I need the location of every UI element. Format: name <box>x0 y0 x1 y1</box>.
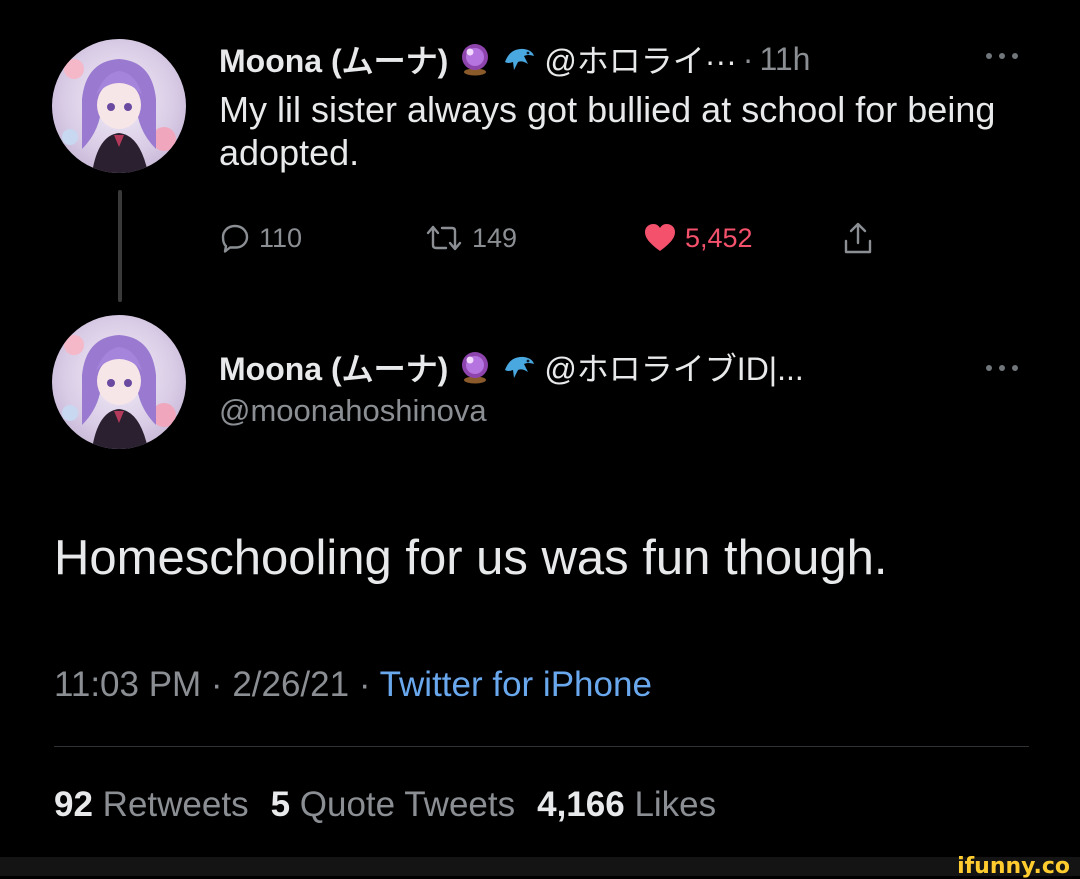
retweets-stat[interactable]: 92 Retweets <box>54 785 249 824</box>
avatar[interactable] <box>52 39 186 173</box>
tweet-stats: 92 Retweets 5 Quote Tweets 4,166 Likes <box>54 785 716 825</box>
like-button[interactable]: 5,452 <box>643 216 753 260</box>
quote-tweets-count: 5 <box>270 785 291 824</box>
divider <box>54 746 1029 747</box>
tweet-actions: 110 149 5,452 <box>219 216 919 260</box>
username-handle[interactable]: @moonahoshinova <box>219 393 487 429</box>
more-icon[interactable] <box>986 50 1018 62</box>
tweet-header: Moona (ムーナ) @ホロライ··· · 11h <box>219 36 810 82</box>
thread-connector-line <box>118 190 122 302</box>
tweet-text: Homeschooling for us was fun though. <box>54 531 888 585</box>
like-count: 5,452 <box>685 222 753 253</box>
retweet-icon <box>424 222 472 254</box>
tweet-meta: 11:03 PM · 2/26/21 · Twitter for iPhone <box>54 665 652 705</box>
tweet-timestamp[interactable]: 11:03 PM · 2/26/21 · <box>54 665 380 704</box>
heart-icon <box>643 222 685 254</box>
watermark-bar: ifunny.co <box>0 854 1080 879</box>
reply-icon <box>219 222 259 254</box>
display-name[interactable]: Moona (ムーナ) <box>219 36 448 82</box>
avatar[interactable] <box>52 315 186 449</box>
tweet-source-link[interactable]: Twitter for iPhone <box>380 665 652 704</box>
likes-label: Likes <box>634 785 717 824</box>
tweet-text: My lil sister always got bullied at scho… <box>219 89 996 173</box>
tweet-header: Moona (ムーナ) @ホロライブID|... <box>219 344 804 390</box>
quote-tweets-label: Quote Tweets <box>299 785 516 824</box>
retweets-label: Retweets <box>102 785 249 824</box>
crystal-ball-icon <box>458 42 492 76</box>
dolphin-icon <box>502 42 536 76</box>
display-name[interactable]: Moona (ムーナ) <box>219 344 448 390</box>
likes-count: 4,166 <box>537 785 625 824</box>
reply-count: 110 <box>259 222 303 253</box>
retweet-button[interactable]: 149 <box>424 216 517 260</box>
quote-tweets-stat[interactable]: 5 Quote Tweets <box>271 785 516 824</box>
likes-stat[interactable]: 4,166 Likes <box>537 785 716 824</box>
username-handle[interactable]: @ホロライ··· <box>544 36 736 82</box>
username-handle-truncated[interactable]: @ホロライブID|... <box>544 344 803 390</box>
share-icon <box>843 221 881 255</box>
more-icon[interactable] <box>986 362 1018 374</box>
watermark-text: ifunny.co <box>957 854 1070 879</box>
share-button[interactable] <box>843 216 881 260</box>
tweet-time[interactable]: 11h <box>759 41 810 78</box>
retweet-count: 149 <box>472 222 518 253</box>
retweets-count: 92 <box>54 785 93 824</box>
dolphin-icon <box>502 350 536 384</box>
reply-button[interactable]: 110 <box>219 216 302 260</box>
time-separator: · <box>742 40 754 77</box>
crystal-ball-icon <box>458 350 492 384</box>
